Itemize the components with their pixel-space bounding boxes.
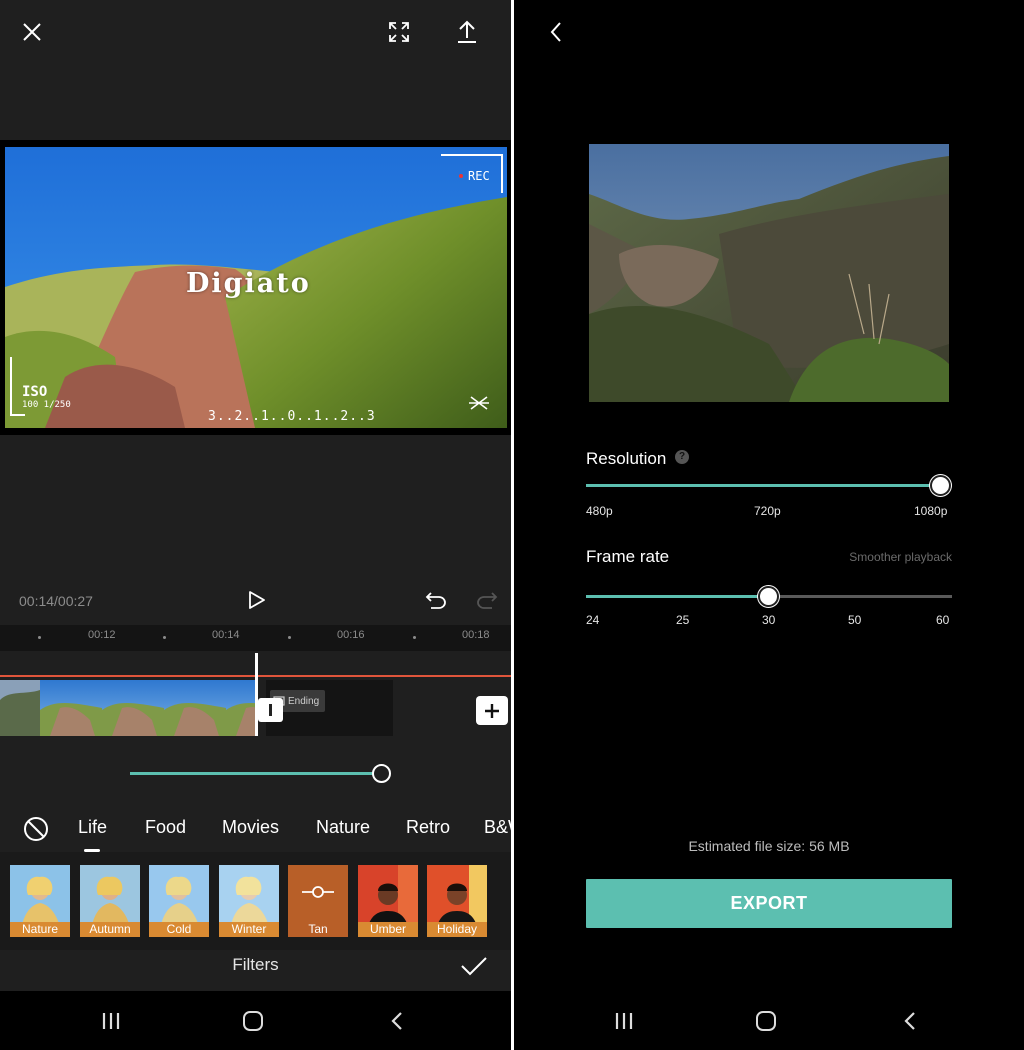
frame-rate-option-50[interactable]: 50: [848, 613, 861, 627]
timeline-ruler[interactable]: 00:12 00:14 00:16 00:18: [0, 625, 511, 651]
iso-overlay: ISO: [22, 384, 48, 400]
filter-intensity-knob[interactable]: [372, 764, 391, 783]
help-icon[interactable]: ?: [675, 450, 689, 464]
resolution-fill: [586, 484, 940, 487]
frame-rate-option-30[interactable]: 30: [762, 613, 775, 627]
export-preview: [589, 144, 949, 402]
filter-intensity-track[interactable]: [130, 772, 382, 775]
frame-rate-option-60[interactable]: 60: [936, 613, 949, 627]
frame-rate-fill: [586, 595, 768, 598]
adjust-icon: [302, 886, 334, 898]
back-icon[interactable]: [897, 1009, 923, 1033]
frame-rate-hint: Smoother playback: [849, 550, 952, 564]
estimated-file-size: Estimated file size: 56 MB: [688, 838, 850, 854]
upload-icon[interactable]: [452, 17, 482, 47]
title-overlay: Digiato: [186, 268, 311, 299]
export-button[interactable]: EXPORT: [586, 879, 952, 928]
fullscreen-icon[interactable]: [384, 17, 414, 47]
category-bw[interactable]: B&W: [484, 817, 511, 838]
filter-holiday[interactable]: Holiday: [427, 865, 487, 937]
transition-button[interactable]: [258, 698, 283, 722]
home-icon[interactable]: [753, 1009, 779, 1033]
category-movies[interactable]: Movies: [222, 817, 279, 838]
ruler-label: 00:12: [88, 629, 116, 641]
check-icon[interactable]: [459, 952, 489, 980]
ruler-label: 00:16: [337, 629, 365, 641]
panel-title: Filters: [232, 955, 279, 974]
ruler-tick: [163, 636, 166, 639]
system-nav-bar: [0, 991, 511, 1050]
ruler-tick: [288, 636, 291, 639]
category-life[interactable]: Life: [78, 817, 107, 838]
filter-nature[interactable]: Nature: [10, 865, 70, 937]
ruler-label: 00:18: [462, 629, 490, 641]
filter-winter[interactable]: Winter: [219, 865, 279, 937]
plus-icon: [485, 703, 499, 718]
category-retro[interactable]: Retro: [406, 817, 450, 838]
ruler-tick: [38, 636, 41, 639]
home-icon[interactable]: [240, 1009, 266, 1033]
ruler-tick: [413, 636, 416, 639]
no-filter-icon[interactable]: [22, 815, 50, 843]
filter-label: Winter: [219, 922, 279, 937]
filter-label: Tan: [288, 922, 348, 937]
filter-label: Nature: [10, 922, 70, 937]
undo-icon[interactable]: [422, 587, 450, 613]
frame-rate-knob[interactable]: [758, 586, 779, 607]
resolution-option-720p[interactable]: 720p: [754, 504, 781, 518]
resolution-label: Resolution: [586, 449, 667, 468]
system-nav-bar: [514, 991, 1024, 1050]
back-arrow-icon[interactable]: [542, 18, 570, 46]
resolution-knob[interactable]: [930, 475, 951, 496]
frame-rate-option-24[interactable]: 24: [586, 613, 599, 627]
close-icon[interactable]: [18, 18, 46, 46]
video-clip[interactable]: [0, 680, 256, 736]
filter-tan[interactable]: Tan: [288, 865, 348, 937]
redo-icon[interactable]: [473, 587, 501, 613]
counter-overlay: 3..2..1..0..1..2..3: [208, 409, 376, 424]
filter-label: Cold: [149, 922, 209, 937]
timecode: 00:14/00:27: [19, 593, 93, 609]
iso-sub-overlay: 100 1/250: [22, 400, 71, 410]
resolution-option-1080p[interactable]: 1080p: [914, 504, 947, 518]
ruler-label: 00:14: [212, 629, 240, 641]
filter-autumn[interactable]: Autumn: [80, 865, 140, 937]
filter-label: Umber: [358, 922, 418, 937]
filter-label: Holiday: [427, 922, 487, 937]
playhead[interactable]: [255, 653, 258, 736]
frame-rate-option-25[interactable]: 25: [676, 613, 689, 627]
add-clip-button[interactable]: [476, 696, 508, 725]
play-icon[interactable]: [243, 587, 271, 613]
filter-cold[interactable]: Cold: [149, 865, 209, 937]
editor-screen: Digiato REC ISO 100 1/250 3..2..1..0..1.…: [0, 0, 511, 1050]
category-nature[interactable]: Nature: [316, 817, 370, 838]
filter-label: Autumn: [80, 922, 140, 937]
filter-umber[interactable]: Umber: [358, 865, 418, 937]
rec-overlay: REC: [468, 169, 490, 183]
ending-label: Ending: [288, 695, 320, 707]
frame-rate-label: Frame rate: [586, 547, 670, 566]
category-food[interactable]: Food: [145, 817, 186, 838]
transition-icon: [268, 704, 272, 716]
recent-apps-icon[interactable]: [611, 1009, 637, 1033]
back-icon[interactable]: [384, 1009, 410, 1033]
resolution-option-480p[interactable]: 480p: [586, 504, 613, 518]
recent-apps-icon[interactable]: [98, 1009, 124, 1033]
